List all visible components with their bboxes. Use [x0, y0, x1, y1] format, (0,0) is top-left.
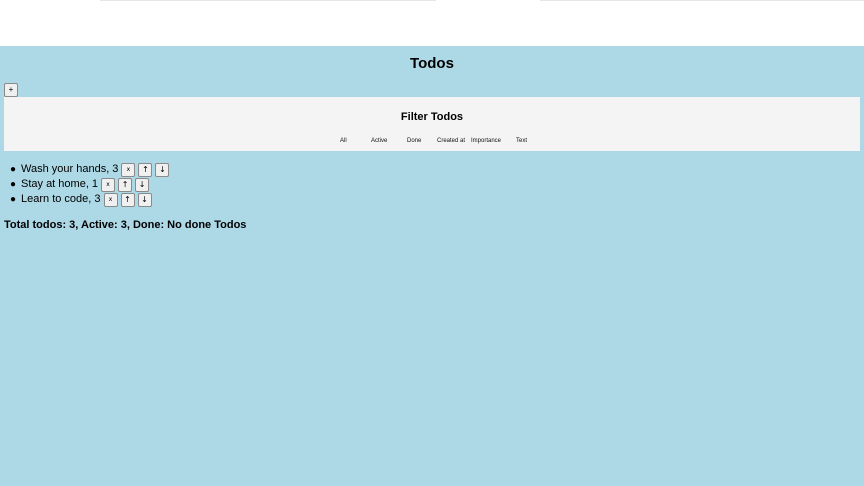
filter-option-active[interactable]: Active [371, 137, 387, 145]
add-todo-button[interactable]: + [4, 83, 18, 97]
top-divider [540, 0, 864, 1]
sort-option-text[interactable]: Text [516, 137, 527, 145]
filter-title: Filter Todos [400, 111, 464, 123]
sort-option-importance[interactable]: Importance [471, 137, 501, 145]
list-item: ● Learn to code, 3 x ↑ ↓ [10, 192, 155, 207]
bullet-icon: ● [10, 179, 17, 190]
page-title: Todos [410, 55, 454, 72]
remove-todo-button[interactable]: x [103, 192, 118, 207]
list-item: ● Wash your hands, 3 x ↑ ↓ [10, 162, 172, 177]
todo-label: Learn to code, 3 [21, 193, 101, 205]
remove-todo-button[interactable]: x [121, 162, 136, 177]
move-up-button[interactable]: ↑ [138, 162, 153, 177]
move-up-button[interactable]: ↑ [120, 192, 135, 207]
todo-app: Todos + Filter Todos All Active Done Cre… [0, 46, 864, 486]
remove-todo-button[interactable]: x [101, 177, 116, 192]
top-divider [100, 0, 436, 1]
move-down-button[interactable]: ↓ [155, 162, 170, 177]
todo-summary: Total todos: 3, Active: 3, Done: No done… [4, 219, 247, 231]
filter-option-all[interactable]: All [340, 137, 347, 145]
bullet-icon: ● [10, 164, 17, 175]
filter-panel: Filter Todos All Active Done Created at … [4, 97, 860, 151]
move-down-button[interactable]: ↓ [137, 192, 152, 207]
todo-label: Stay at home, 1 [21, 178, 99, 190]
list-item: ● Stay at home, 1 x ↑ ↓ [10, 177, 152, 192]
browser-top-strip [0, 0, 864, 46]
move-up-button[interactable]: ↑ [118, 177, 133, 192]
move-down-button[interactable]: ↓ [135, 177, 150, 192]
bullet-icon: ● [10, 194, 17, 205]
sort-option-created-at[interactable]: Created at [437, 137, 465, 145]
todo-label: Wash your hands, 3 [21, 163, 119, 175]
filter-option-done[interactable]: Done [407, 137, 421, 145]
